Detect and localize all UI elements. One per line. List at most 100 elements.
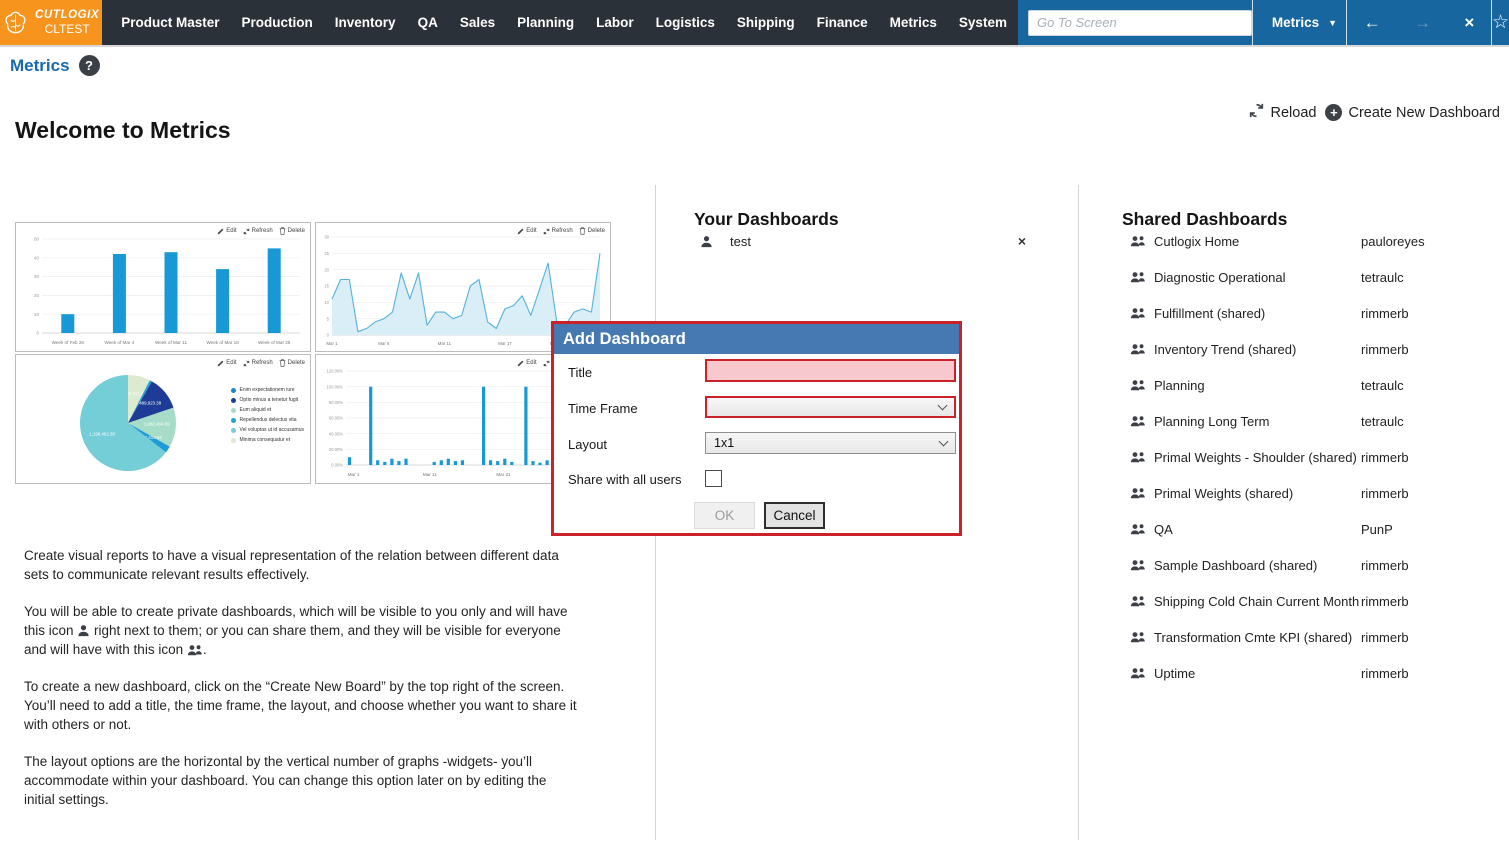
dashboard-name: Inventory Trend (shared) [1150,342,1361,357]
forward-button[interactable]: → [1414,13,1431,33]
nav-divider [1252,0,1253,45]
ok-button[interactable]: OK [694,502,755,529]
share-with-all-users-checkbox[interactable] [705,470,722,487]
svg-text:Week of Feb 26: Week of Feb 26 [52,340,85,345]
screen-dropdown[interactable]: Metrics ▼ [1263,15,1346,30]
nav-utility-area: Metrics ▼ ← → × ☆ [1018,0,1509,45]
nav-item-sales[interactable]: Sales [449,15,506,30]
close-screen-button[interactable]: × [1464,13,1474,33]
app-logo[interactable]: CUTLOGIX CLTEST [0,0,102,45]
delete-dashboard-button[interactable]: × [1018,233,1026,249]
go-to-screen-input[interactable] [1028,10,1252,36]
dashboard-owner: rimmerb [1361,342,1409,357]
edit-thumbnail-button: Edit [517,228,536,235]
reload-button[interactable]: Reload [1248,102,1317,123]
metrics-welcome-page: CUTLOGIX CLTEST Product MasterProduction… [0,0,1509,845]
create-new-dashboard-button[interactable]: + Create New Dashboard [1325,104,1500,121]
svg-text:Mar 6: Mar 6 [378,341,390,346]
back-button[interactable]: ← [1364,13,1381,33]
shared-dashboard-row-cutlogix-home[interactable]: Cutlogix Homepauloreyes [1130,223,1502,259]
delete-thumbnail-button: Delete [279,227,305,235]
nav-item-finance[interactable]: Finance [806,15,879,30]
svg-text:30: 30 [324,235,329,240]
layout-value: 1x1 [714,436,734,450]
dashboard-owner: PunP [1361,522,1393,537]
svg-text:0.00%: 0.00% [331,463,343,468]
shared-dashboard-row-sample-dashboard-shared[interactable]: Sample Dashboard (shared)rimmerb [1130,547,1502,583]
breadcrumb-label[interactable]: Metrics [10,56,70,76]
cancel-button[interactable]: Cancel [764,502,825,529]
legend-item: Eum aliquid et [231,407,304,413]
cutlogix-brain-icon [3,10,28,35]
svg-text:50: 50 [34,237,40,242]
chevron-down-icon [938,400,948,410]
nav-item-labor[interactable]: Labor [585,15,645,30]
svg-text:20.00%: 20.00% [329,447,343,452]
reload-label: Reload [1271,105,1317,121]
shared-dashboard-row-planning-long-term[interactable]: Planning Long Termtetraulc [1130,403,1502,439]
time-frame-select[interactable] [705,396,956,418]
nav-item-production[interactable]: Production [231,15,324,30]
intro-p2-text: . [203,642,207,657]
example-bar-chart-thumbnail: EditRefreshDelete 01020304050Week of Feb… [15,222,311,352]
favorite-star-icon[interactable]: ☆ [1492,11,1509,34]
shared-dashboard-row-planning[interactable]: Planningtetraulc [1130,367,1502,403]
svg-text:1,082,464.09: 1,082,464.09 [144,422,170,427]
shared-people-icon [1130,667,1150,679]
weekly-bar-chart: 01020304050Week of Feb 26Week of Mar 4We… [16,223,308,349]
shared-dashboard-row-uptime[interactable]: Uptimerimmerb [1130,655,1502,691]
nav-item-system[interactable]: System [948,15,1018,30]
share-with-all-users-label: Share with all users [568,472,681,487]
shared-dashboard-row-fulfillment-shared[interactable]: Fulfillment (shared)rimmerb [1130,295,1502,331]
nav-item-shipping[interactable]: Shipping [726,15,806,30]
shared-dashboard-row-primal-weights-shared[interactable]: Primal Weights (shared)rimmerb [1130,475,1502,511]
refresh-icon [243,360,250,367]
intro-text: Create visual reports to have a visual r… [24,546,578,827]
shared-people-icon [1130,451,1150,463]
nav-item-planning[interactable]: Planning [506,15,585,30]
edit-icon [517,360,524,367]
title-label: Title [568,365,592,380]
edit-thumbnail-button: Edit [217,228,236,235]
shared-people-icon [1130,415,1150,427]
shared-dashboard-row-shipping-cold-chain-current-month[interactable]: Shipping Cold Chain Current Monthrimmerb [1130,583,1502,619]
shared-dashboard-row-transformation-cmte-kpi-shared[interactable]: Transformation Cmte KPI (shared)rimmerb [1130,619,1502,655]
your-dashboard-row-test[interactable]: test × [700,230,1026,252]
shared-dashboard-row-qa[interactable]: QAPunP [1130,511,1502,547]
svg-text:10: 10 [34,312,40,317]
nav-item-product-master[interactable]: Product Master [110,15,230,30]
shared-people-icon [187,642,203,657]
help-icon[interactable]: ? [79,55,100,76]
intro-paragraph-1: Create visual reports to have a visual r… [24,546,578,584]
dashboard-name: QA [1150,522,1361,537]
dashboard-owner: rimmerb [1361,486,1409,501]
dashboard-owner: rimmerb [1361,630,1409,645]
svg-text:40: 40 [34,255,40,260]
shared-dashboards-list: Cutlogix HomepauloreyesDiagnostic Operat… [1130,223,1502,691]
svg-text:Mar 11: Mar 11 [438,341,452,346]
pie-legend: Enim expectationem iureOptio minus a ten… [231,387,304,443]
svg-text:20: 20 [324,267,329,272]
svg-text:10: 10 [324,300,329,305]
nav-item-inventory[interactable]: Inventory [324,15,407,30]
dashboard-name: Planning [1150,378,1361,393]
delete-thumbnail-button: Delete [279,359,305,367]
layout-select[interactable]: 1x1 [705,432,956,454]
nav-item-qa[interactable]: QA [407,15,449,30]
title-input[interactable] [705,359,956,382]
legend-dot [231,398,236,403]
dashboard-name: Primal Weights - Shoulder (shared) [1150,450,1361,465]
svg-text:Week of Mar 18: Week of Mar 18 [206,340,239,345]
svg-text:Mar 1: Mar 1 [348,472,360,477]
shared-dashboard-row-diagnostic-operational[interactable]: Diagnostic Operationaltetraulc [1130,259,1502,295]
svg-text:60.00%: 60.00% [329,416,343,421]
shared-dashboard-row-primal-weights-shoulder-shared[interactable]: Primal Weights - Shoulder (shared)rimmer… [1130,439,1502,475]
dashboard-owner: tetraulc [1361,414,1404,429]
thumbnail-toolbar: EditRefreshDelete [517,227,605,235]
nav-item-logistics[interactable]: Logistics [645,15,726,30]
shared-dashboard-row-inventory-trend-shared[interactable]: Inventory Trend (shared)rimmerb [1130,331,1502,367]
your-dashboards-heading: Your Dashboards [694,209,839,230]
dashboard-name: test [730,234,751,249]
nav-item-metrics[interactable]: Metrics [879,15,948,30]
refresh-icon [543,228,550,235]
